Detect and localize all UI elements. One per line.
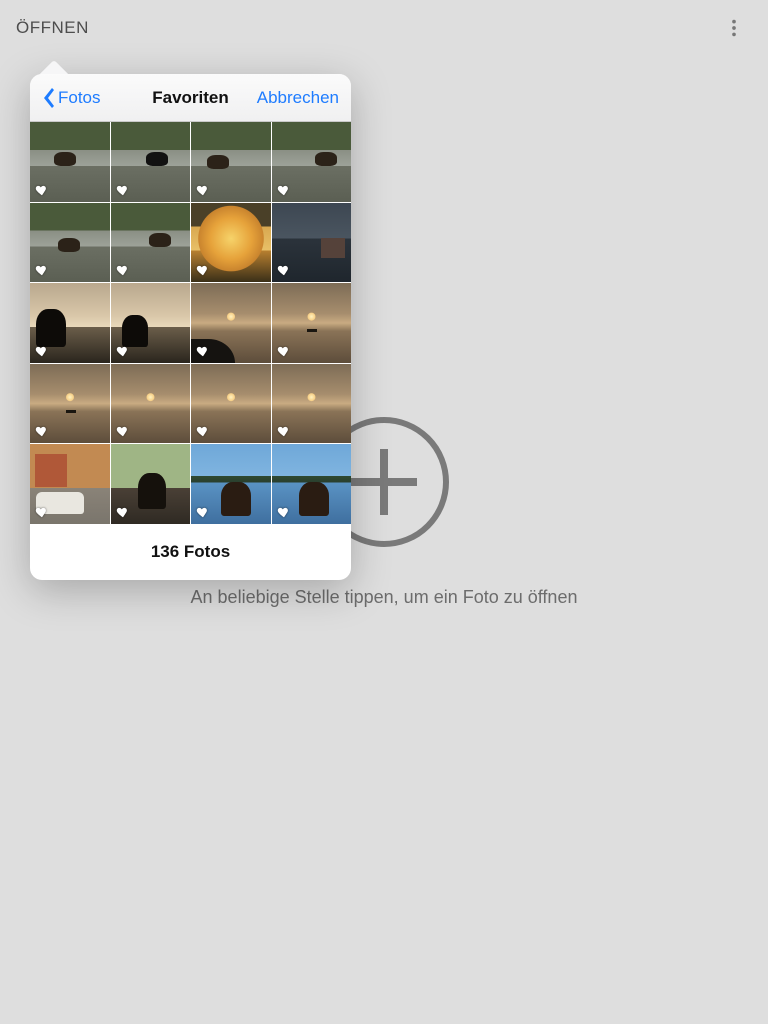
favorite-heart-icon (277, 505, 291, 519)
photo-thumbnail[interactable] (191, 122, 271, 202)
favorite-heart-icon (277, 344, 291, 358)
photo-thumbnail[interactable] (30, 444, 110, 524)
favorite-heart-icon (277, 263, 291, 277)
favorite-heart-icon (35, 344, 49, 358)
photo-thumbnail[interactable] (272, 364, 352, 444)
favorite-heart-icon (35, 424, 49, 438)
empty-hint-text: An beliebige Stelle tippen, um ein Foto … (191, 587, 578, 608)
photo-thumbnail[interactable] (111, 364, 191, 444)
favorite-heart-icon (116, 183, 130, 197)
favorite-heart-icon (35, 183, 49, 197)
photo-thumbnail[interactable] (272, 444, 352, 524)
favorite-heart-icon (196, 344, 210, 358)
cancel-button[interactable]: Abbrechen (257, 88, 339, 108)
back-button[interactable]: Fotos (42, 88, 101, 108)
photo-thumbnail[interactable] (30, 283, 110, 363)
photo-thumbnail[interactable] (30, 122, 110, 202)
photo-picker-popover: Fotos Favoriten Abbrechen 136 Fotos (30, 74, 351, 580)
photo-thumbnail[interactable] (111, 122, 191, 202)
favorite-heart-icon (196, 424, 210, 438)
plus-icon (351, 449, 417, 515)
favorite-heart-icon (116, 424, 130, 438)
overflow-menu-button[interactable] (716, 10, 752, 46)
photo-thumbnail[interactable] (30, 203, 110, 283)
chevron-left-icon (42, 88, 54, 108)
favorite-heart-icon (116, 344, 130, 358)
back-label: Fotos (58, 88, 101, 108)
favorite-heart-icon (196, 505, 210, 519)
thumbnail-grid (30, 122, 351, 524)
favorite-heart-icon (116, 263, 130, 277)
more-vert-icon (723, 17, 745, 39)
photo-thumbnail[interactable] (191, 283, 271, 363)
photo-thumbnail[interactable] (111, 444, 191, 524)
picker-header: Fotos Favoriten Abbrechen (30, 74, 351, 122)
photo-thumbnail[interactable] (111, 203, 191, 283)
photo-thumbnail[interactable] (272, 122, 352, 202)
photo-thumbnail[interactable] (272, 203, 352, 283)
photo-thumbnail[interactable] (111, 283, 191, 363)
topbar: ÖFFNEN (0, 0, 768, 56)
photo-thumbnail[interactable] (272, 283, 352, 363)
photo-thumbnail[interactable] (191, 203, 271, 283)
favorite-heart-icon (116, 505, 130, 519)
favorite-heart-icon (196, 263, 210, 277)
photo-thumbnail[interactable] (191, 364, 271, 444)
favorite-heart-icon (277, 183, 291, 197)
favorite-heart-icon (35, 505, 49, 519)
favorite-heart-icon (35, 263, 49, 277)
page-title: ÖFFNEN (16, 18, 89, 38)
photo-thumbnail[interactable] (30, 364, 110, 444)
picker-footer-count: 136 Fotos (30, 524, 351, 580)
favorite-heart-icon (196, 183, 210, 197)
favorite-heart-icon (277, 424, 291, 438)
photo-thumbnail[interactable] (191, 444, 271, 524)
